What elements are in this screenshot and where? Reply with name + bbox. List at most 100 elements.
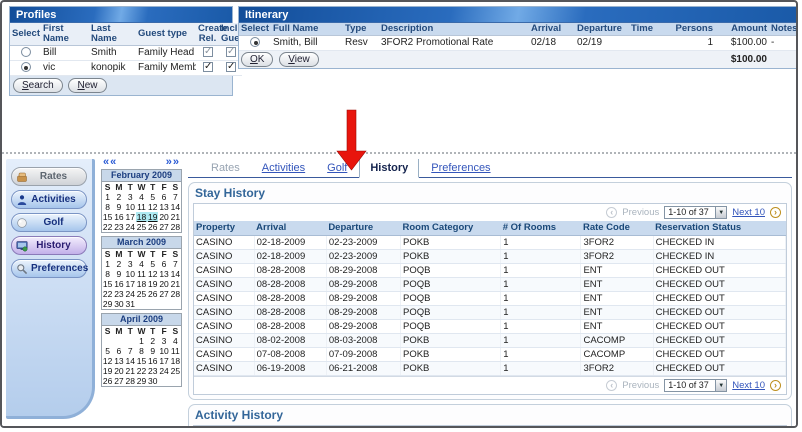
calendar-day[interactable]: 10 bbox=[125, 269, 136, 279]
calendar-day[interactable]: 7 bbox=[125, 346, 136, 356]
sidebar-item-activities[interactable]: Activities bbox=[11, 190, 87, 209]
calendar-next-arrows[interactable]: »» bbox=[166, 157, 180, 168]
record-range-select[interactable]: 1-10 of 37 ▼ bbox=[664, 379, 727, 392]
calendar-day[interactable]: 29 bbox=[102, 299, 113, 309]
calendar-day[interactable]: 18 bbox=[136, 212, 147, 222]
view-button[interactable]: View bbox=[279, 52, 319, 67]
calendar-day[interactable]: 29 bbox=[136, 376, 147, 386]
itinerary-select-radio[interactable] bbox=[250, 37, 260, 47]
record-range-select[interactable]: 1-10 of 37 ▼ bbox=[664, 206, 727, 219]
calendar-day[interactable]: 23 bbox=[113, 289, 124, 299]
calendar-day[interactable]: 1 bbox=[136, 336, 147, 346]
calendar-day[interactable]: 11 bbox=[170, 346, 181, 356]
sidebar-item-golf[interactable]: Golf bbox=[11, 213, 87, 232]
calendar-day[interactable]: 21 bbox=[125, 366, 136, 376]
calendar-day[interactable]: 3 bbox=[158, 336, 169, 346]
calendar-day[interactable]: 1 bbox=[102, 192, 113, 202]
tab-history[interactable]: History bbox=[359, 159, 419, 178]
calendar-day[interactable]: 25 bbox=[136, 222, 147, 232]
calendar-day[interactable]: 15 bbox=[102, 212, 113, 222]
search-button[interactable]: Search bbox=[13, 78, 63, 93]
calendar-day[interactable]: 16 bbox=[113, 212, 124, 222]
calendar-day[interactable]: 1 bbox=[102, 259, 113, 269]
calendar-day[interactable]: 2 bbox=[147, 336, 158, 346]
calendar-day[interactable]: 25 bbox=[136, 289, 147, 299]
calendar-day[interactable]: 27 bbox=[158, 222, 169, 232]
next-10-link[interactable]: Next 10 bbox=[732, 207, 765, 218]
calendar-day[interactable]: 5 bbox=[147, 192, 158, 202]
calendar-day[interactable]: 21 bbox=[170, 212, 181, 222]
calendar-day[interactable]: 15 bbox=[102, 279, 113, 289]
calendar-day[interactable]: 17 bbox=[158, 356, 169, 366]
calendar-day[interactable]: 20 bbox=[158, 279, 169, 289]
sidebar-item-preferences[interactable]: Preferences bbox=[11, 259, 87, 278]
calendar-day[interactable]: 4 bbox=[136, 259, 147, 269]
calendar-day[interactable]: 6 bbox=[113, 346, 124, 356]
calendar-day[interactable]: 11 bbox=[136, 269, 147, 279]
calendar-day[interactable]: 31 bbox=[125, 299, 136, 309]
create-rel-checkbox[interactable] bbox=[203, 62, 213, 72]
calendar-day[interactable]: 27 bbox=[113, 376, 124, 386]
calendar-day[interactable]: 27 bbox=[158, 289, 169, 299]
calendar-day[interactable]: 5 bbox=[102, 346, 113, 356]
calendar-day[interactable]: 5 bbox=[147, 259, 158, 269]
calendar-day[interactable]: 12 bbox=[147, 269, 158, 279]
calendar-day[interactable]: 22 bbox=[102, 289, 113, 299]
next-10-link[interactable]: Next 10 bbox=[732, 380, 765, 391]
calendar-day[interactable]: 28 bbox=[170, 289, 181, 299]
calendar-day[interactable]: 8 bbox=[136, 346, 147, 356]
calendar-day[interactable]: 23 bbox=[147, 366, 158, 376]
ok-button[interactable]: OK bbox=[241, 52, 273, 67]
calendar-day[interactable]: 19 bbox=[102, 366, 113, 376]
calendar-day[interactable]: 24 bbox=[158, 366, 169, 376]
calendar-day[interactable]: 26 bbox=[147, 289, 158, 299]
calendar-day[interactable]: 19 bbox=[147, 212, 158, 222]
calendar-day[interactable]: 21 bbox=[170, 279, 181, 289]
create-rel-checkbox[interactable] bbox=[203, 47, 213, 57]
calendar-day[interactable]: 10 bbox=[125, 202, 136, 212]
calendar-day[interactable]: 25 bbox=[170, 366, 181, 376]
calendar-day[interactable]: 2 bbox=[113, 259, 124, 269]
calendar-day[interactable]: 22 bbox=[136, 366, 147, 376]
calendar-day[interactable]: 30 bbox=[147, 376, 158, 386]
calendar-day[interactable]: 10 bbox=[158, 346, 169, 356]
incl-guest-checkbox[interactable] bbox=[226, 62, 236, 72]
calendar-day[interactable]: 13 bbox=[158, 202, 169, 212]
calendar-day[interactable]: 3 bbox=[125, 259, 136, 269]
calendar-day[interactable]: 22 bbox=[102, 222, 113, 232]
sidebar-item-history[interactable]: History bbox=[11, 236, 87, 255]
calendar-day[interactable]: 6 bbox=[158, 259, 169, 269]
calendar-day[interactable]: 20 bbox=[113, 366, 124, 376]
calendar-day[interactable]: 12 bbox=[147, 202, 158, 212]
calendar-day[interactable]: 2 bbox=[113, 192, 124, 202]
calendar-day[interactable]: 24 bbox=[125, 222, 136, 232]
calendar-day[interactable]: 13 bbox=[113, 356, 124, 366]
tab-activities[interactable]: Activities bbox=[252, 159, 315, 177]
calendar-day[interactable]: 11 bbox=[136, 202, 147, 212]
calendar-day[interactable]: 30 bbox=[113, 299, 124, 309]
calendar-day[interactable]: 4 bbox=[136, 192, 147, 202]
calendar-day[interactable]: 7 bbox=[170, 259, 181, 269]
calendar-day[interactable]: 24 bbox=[125, 289, 136, 299]
calendar-day[interactable]: 17 bbox=[125, 279, 136, 289]
calendar-day[interactable]: 15 bbox=[136, 356, 147, 366]
calendar-prev-arrows[interactable]: «« bbox=[103, 157, 117, 168]
calendar-day[interactable]: 20 bbox=[158, 212, 169, 222]
calendar-day[interactable]: 18 bbox=[170, 356, 181, 366]
calendar-day[interactable]: 17 bbox=[125, 212, 136, 222]
calendar-day[interactable]: 26 bbox=[102, 376, 113, 386]
profile-select-radio[interactable] bbox=[21, 62, 31, 72]
calendar-day[interactable]: 9 bbox=[147, 346, 158, 356]
calendar-day[interactable]: 3 bbox=[125, 192, 136, 202]
calendar-day[interactable]: 7 bbox=[170, 192, 181, 202]
calendar-day[interactable]: 26 bbox=[147, 222, 158, 232]
calendar-day[interactable]: 23 bbox=[113, 222, 124, 232]
calendar-day[interactable]: 28 bbox=[125, 376, 136, 386]
tab-preferences[interactable]: Preferences bbox=[421, 159, 500, 177]
calendar-day[interactable]: 8 bbox=[102, 269, 113, 279]
calendar-day[interactable]: 14 bbox=[170, 202, 181, 212]
calendar-day[interactable]: 18 bbox=[136, 279, 147, 289]
calendar-day[interactable]: 13 bbox=[158, 269, 169, 279]
calendar-day[interactable]: 9 bbox=[113, 269, 124, 279]
incl-guest-checkbox[interactable] bbox=[226, 47, 236, 57]
